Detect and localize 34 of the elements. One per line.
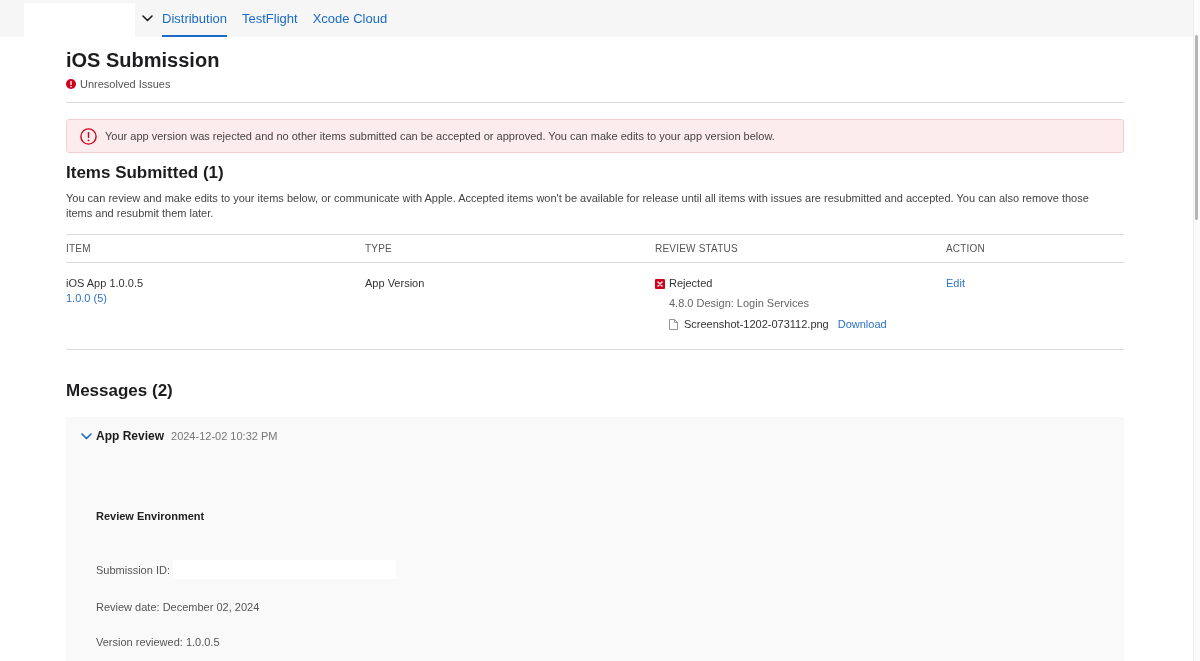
chevron-down-icon[interactable]: [142, 15, 153, 22]
rejection-reason: 4.8.0 Design: Login Services: [669, 296, 810, 311]
alert-message: Your app version was rejected and no other items submitted can be accepted or approved. You can make edits to your app version below.: [105, 128, 775, 144]
section-heading: Messages (2): [66, 380, 173, 402]
edit-link[interactable]: Edit: [946, 276, 965, 291]
page-title: iOS Submission: [66, 48, 220, 72]
alert-icon: [80, 127, 97, 145]
section-heading: Items Submitted (1): [66, 162, 224, 184]
rejected-icon: [655, 278, 665, 289]
nav-tab[interactable]: Distribution: [162, 0, 228, 37]
submission-status: Unresolved Issues: [80, 76, 171, 92]
download-link[interactable]: Download: [837, 317, 887, 332]
item-type: App Version: [365, 276, 425, 291]
column-header: REVIEW STATUS: [655, 242, 738, 256]
message-field: Version reviewed: 1.0.0.5: [96, 635, 220, 649]
error-icon: [66, 79, 76, 89]
column-header: ACTION: [946, 242, 985, 256]
column-header: ITEM: [66, 242, 91, 256]
nav-tab[interactable]: Xcode Cloud: [312, 0, 388, 37]
message-field: Submission ID:: [96, 562, 170, 577]
document-icon: [669, 319, 678, 330]
attachment-filename: Screenshot-1202-073112.png: [684, 317, 829, 332]
review-status: Rejected: [669, 276, 713, 291]
item-name: iOS App 1.0.0.5: [66, 276, 144, 291]
message-field: Review date: December 02, 2024: [96, 600, 260, 614]
message-sender: App Review: [96, 428, 164, 445]
column-header: TYPE: [365, 242, 392, 256]
nav-tab[interactable]: TestFlight: [242, 0, 298, 37]
section-description: You can review and make edits to your items below, or communicate with Apple. Accepted items won't be available for release until all items with issues are resubmitted and accepted. You can also remove those items and resubmit them later.: [66, 191, 1090, 221]
build-link[interactable]: 1.0.0 (5): [66, 291, 107, 306]
scrollbar-track[interactable]: [1193, 0, 1200, 661]
message-time: 2024-12-02 10:32 PM: [171, 428, 278, 444]
message-section-title: Review Environment: [96, 509, 205, 523]
scrollbar-thumb[interactable]: [1195, 35, 1198, 220]
